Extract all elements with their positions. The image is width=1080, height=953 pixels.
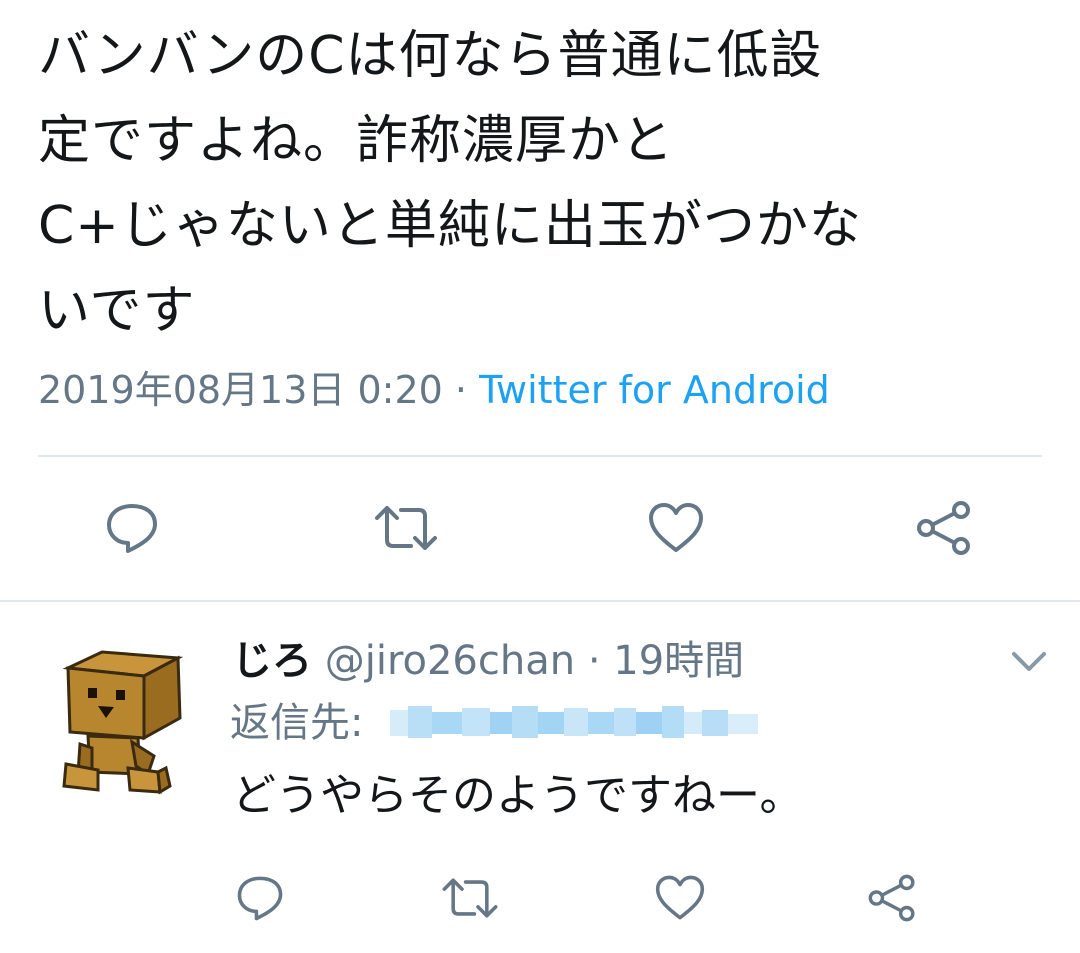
tweet-timestamp: 2019年08月13日 0:20 [38, 368, 443, 412]
reply-time: 19時間 [613, 638, 745, 684]
display-name[interactable]: じろ [232, 638, 312, 684]
retweet-button[interactable] [438, 870, 502, 926]
avatar[interactable] [58, 646, 186, 796]
reply-header: じろ @jiro26chan · 19時間 [232, 632, 744, 690]
reply-icon [235, 873, 285, 923]
like-button[interactable] [644, 496, 708, 560]
reply-icon [104, 500, 160, 556]
blurred-mention [390, 704, 758, 742]
retweet-button[interactable] [370, 496, 442, 560]
tweet-meta: 2019年08月13日 0:20 · Twitter for Android [38, 362, 830, 418]
like-icon [646, 500, 706, 556]
tweet-source-link[interactable]: Twitter for Android [479, 368, 830, 412]
like-icon [653, 873, 707, 923]
meta-separator: · [587, 638, 601, 684]
reply-tweet-text: どうやらそのようですねー。 [232, 770, 804, 821]
like-button[interactable] [652, 870, 708, 926]
reply-to-label: 返信先: [230, 700, 364, 746]
chevron-down-icon [1008, 652, 1050, 681]
retweet-icon [439, 873, 501, 923]
share-button[interactable] [864, 870, 920, 926]
reply-button[interactable] [232, 870, 288, 926]
divider [38, 455, 1042, 457]
more-options-button[interactable] [1008, 645, 1050, 677]
reply-button[interactable] [100, 496, 164, 560]
meta-separator: · [454, 368, 468, 412]
main-tweet-text: バンバンのCは何なら普通に低設 定ですよね。詐称濃厚かと C+じゃないと単純に出… [38, 26, 862, 341]
divider [0, 600, 1080, 602]
share-icon [866, 872, 918, 924]
share-button[interactable] [912, 496, 976, 560]
retweet-icon [371, 500, 441, 556]
share-icon [914, 498, 974, 558]
user-handle[interactable]: @jiro26chan [325, 638, 575, 684]
